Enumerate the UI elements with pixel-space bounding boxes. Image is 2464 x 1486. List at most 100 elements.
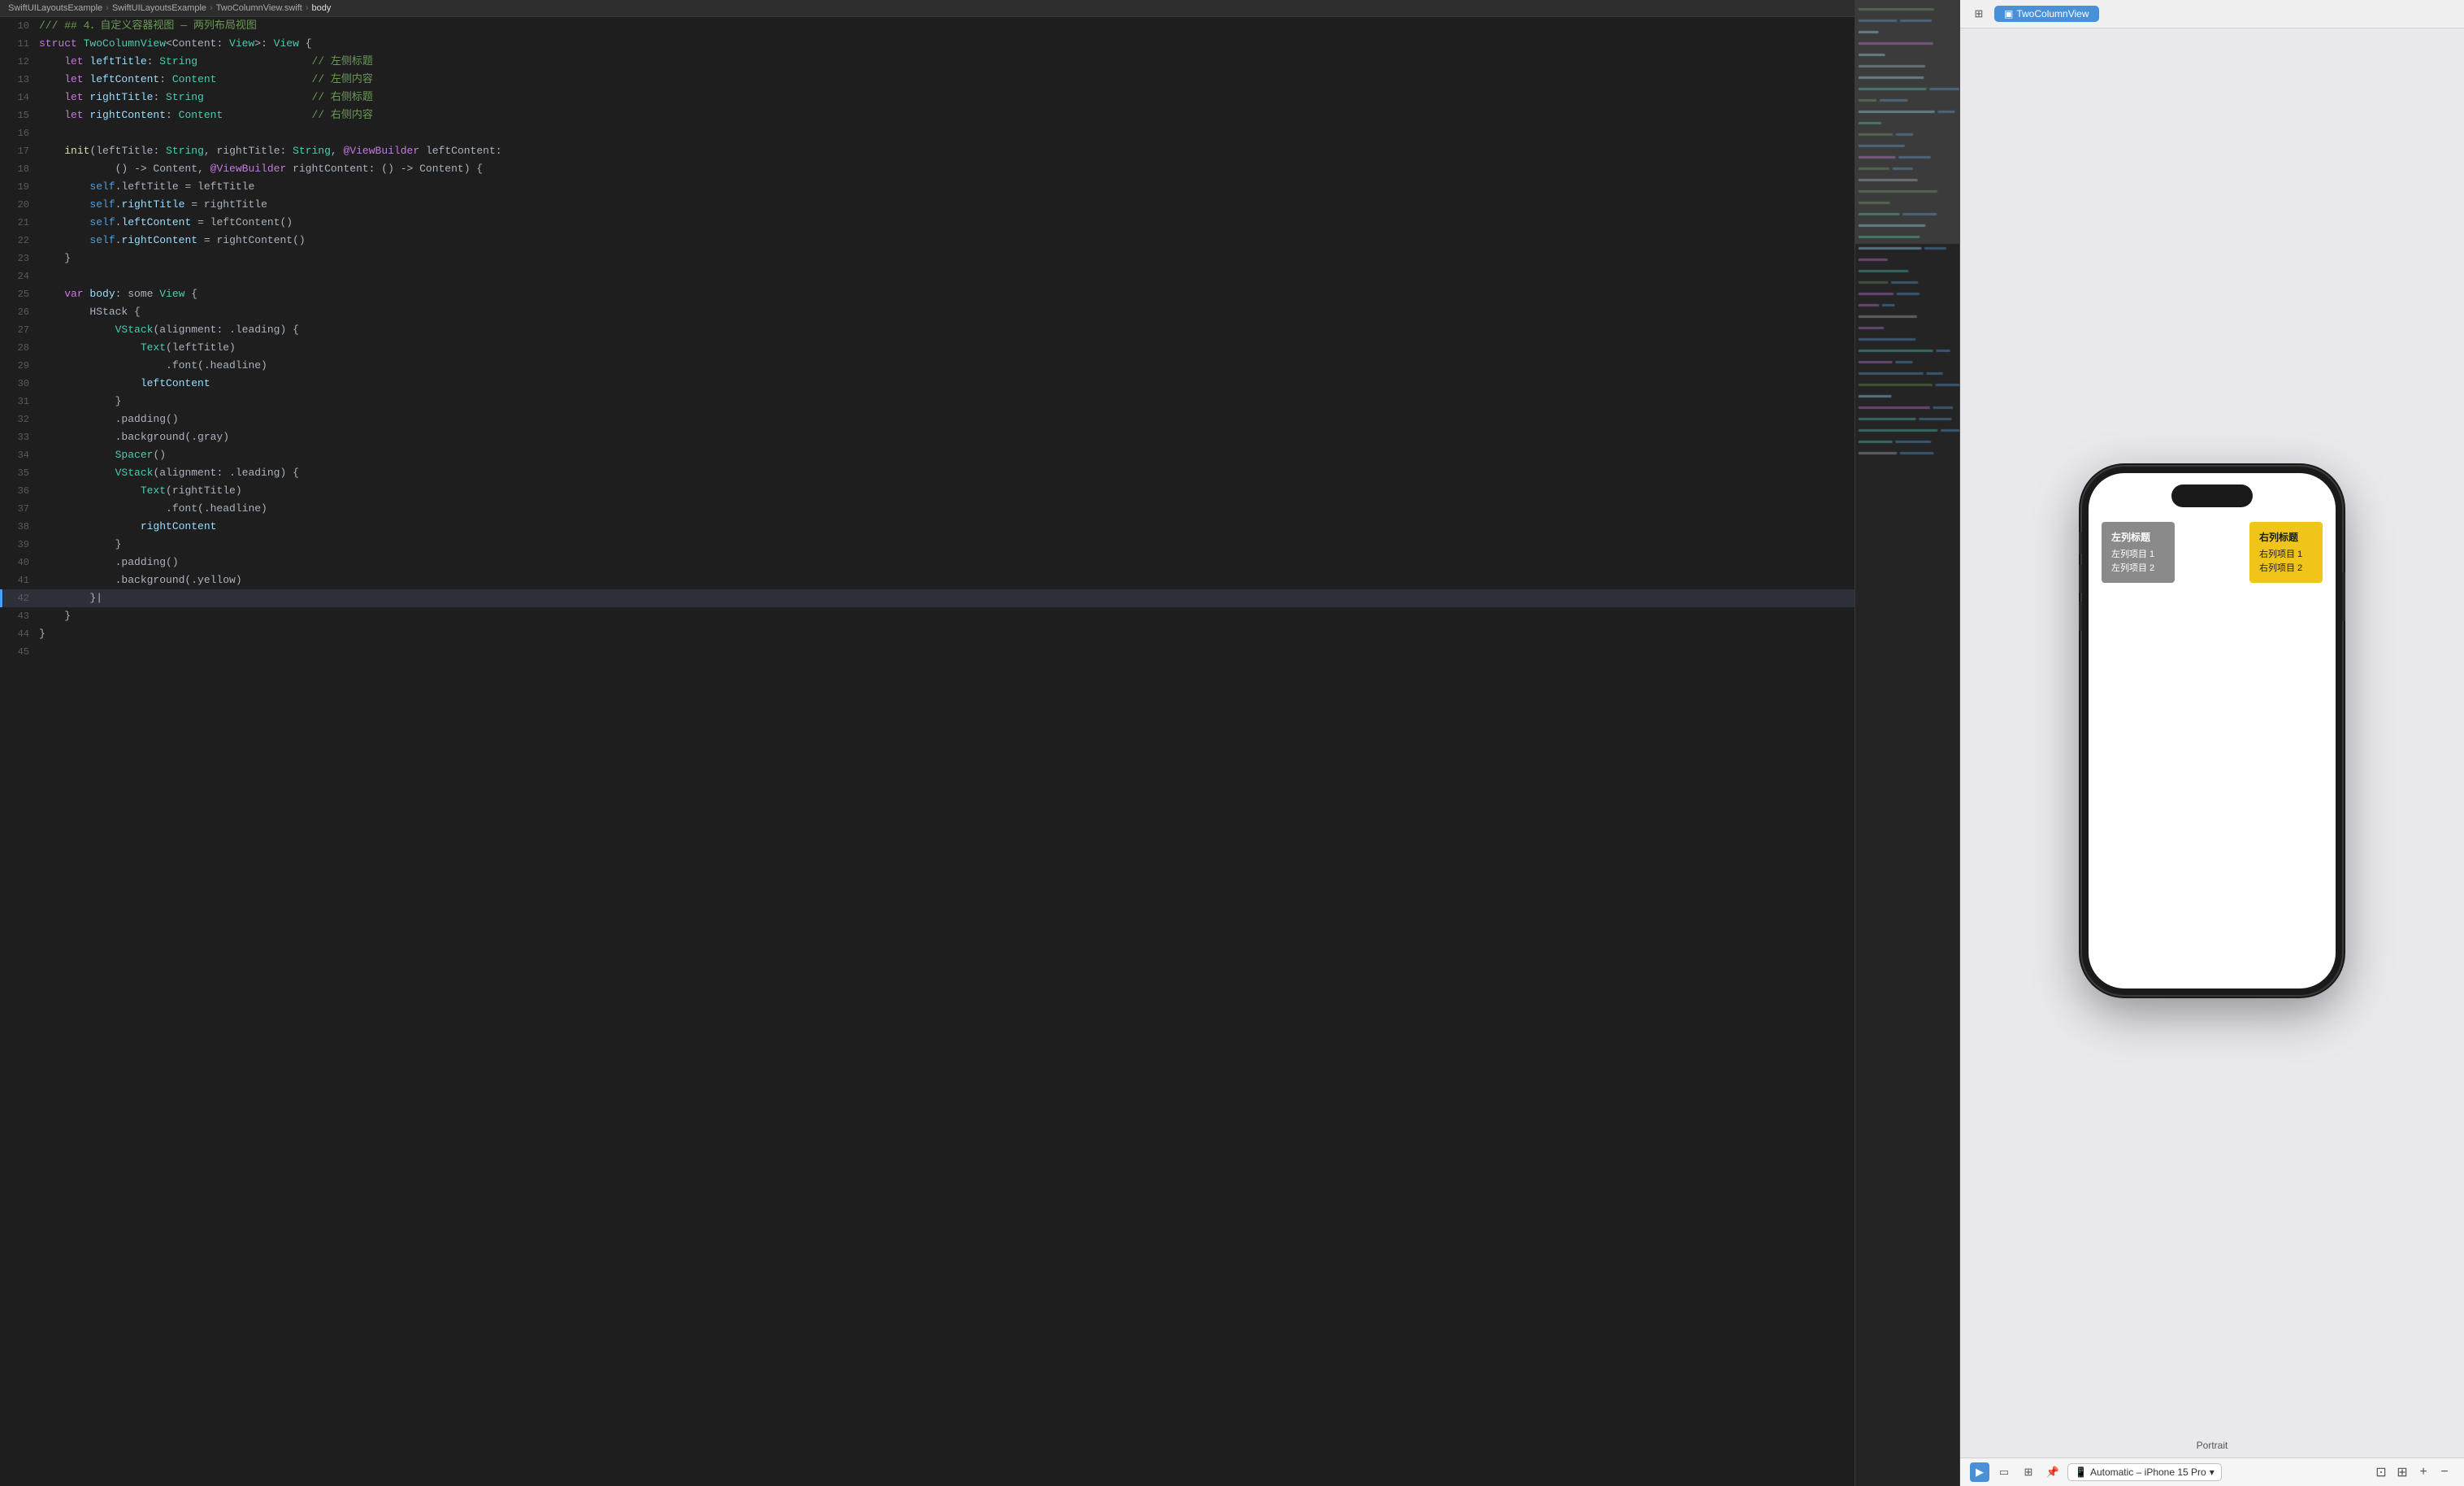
preview-toolbar: ▶ ▭ ⊞ 📌 📱 Automatic – iPhone 15 Pro ▾ ⊡ … [1960,1458,2464,1486]
code-line: 29 .font(.headline) [3,357,1855,375]
code-line: 32 .padding() [3,411,1855,428]
device-label: Automatic – iPhone 15 Pro [2090,1466,2206,1478]
line-number: 34 [7,446,29,464]
line-number: 24 [7,267,29,285]
code-editor[interactable]: 10/// ## 4．自定义容器视图 — 两列布局视图11struct TwoC… [0,17,1855,1486]
line-number: 20 [7,196,29,214]
inspector-icon-button[interactable]: ⊞ [1970,5,1988,23]
code-line: 41 .background(.yellow) [3,571,1855,589]
iphone-volume-down [2079,602,2082,631]
code-line: 40 .padding() [3,554,1855,571]
zoom-out-button[interactable]: − [2435,1462,2454,1482]
code-line: 34 Spacer() [3,446,1855,464]
line-number: 43 [7,607,29,625]
line-number: 12 [7,53,29,71]
left-col-title: 左列标题 [2111,530,2165,545]
breadcrumb-item-1[interactable]: SwiftUILayoutsExample [8,3,102,13]
layout-grid-button[interactable]: ⊞ [2019,1462,2038,1482]
line-number: 28 [7,339,29,357]
code-line: 19 self.leftTitle = leftTitle [3,178,1855,196]
line-number: 17 [7,142,29,160]
chevron-down-icon: ▾ [2210,1466,2215,1478]
line-number: 45 [7,643,29,661]
code-line: 26 HStack { [3,303,1855,321]
breadcrumb-item-3[interactable]: TwoColumnView.swift [216,3,302,13]
line-number: 30 [7,375,29,393]
right-column: 右列标题 右列项目 1 右列项目 2 [2249,522,2323,583]
code-line: 28 Text(leftTitle) [3,339,1855,357]
preview-header: ⊞ ▣ TwoColumnView [1960,0,2464,28]
line-number: 14 [7,89,29,106]
code-line: 30 leftContent [3,375,1855,393]
line-number: 29 [7,357,29,375]
code-line: 37 .font(.headline) [3,500,1855,518]
left-col-item-1: 左列项目 1 [2111,548,2165,562]
line-number: 23 [7,250,29,267]
code-line: 11struct TwoColumnView<Content: View>: V… [3,35,1855,53]
code-line: 42 }| [3,589,1855,607]
zoom-fit-button[interactable]: ⊡ [2371,1462,2391,1482]
zoom-controls: ⊡ ⊞ + − [2371,1462,2454,1482]
editor-area: SwiftUILayoutsExample › SwiftUILayoutsEx… [0,0,1855,1486]
line-number: 42 [7,589,29,607]
code-line: 17 init(leftTitle: String, rightTitle: S… [3,142,1855,160]
line-number: 27 [7,321,29,339]
right-col-title: 右列标题 [2259,530,2313,545]
code-line: 23 } [3,250,1855,267]
preview-tab-label: TwoColumnView [2016,8,2089,20]
preview-header-left: ⊞ ▣ TwoColumnView [1970,5,2099,23]
code-line: 36 Text(rightTitle) [3,482,1855,500]
code-line: 18 () -> Content, @ViewBuilder rightCont… [3,160,1855,178]
line-number: 16 [7,124,29,142]
device-selector[interactable]: 📱 Automatic – iPhone 15 Pro ▾ [2067,1463,2222,1481]
line-number: 37 [7,500,29,518]
code-line: 44} [3,625,1855,643]
preview-tab-icon: ▣ [2004,8,2013,20]
code-line: 20 self.rightTitle = rightTitle [3,196,1855,214]
line-number: 25 [7,285,29,303]
zoom-actual-button[interactable]: ⊞ [2392,1462,2412,1482]
line-number: 13 [7,71,29,89]
line-number: 38 [7,518,29,536]
code-line: 39 } [3,536,1855,554]
minimap-canvas [1855,0,1959,1486]
left-column: 左列标题 左列项目 1 左列项目 2 [2102,522,2175,583]
code-line: 10/// ## 4．自定义容器视图 — 两列布局视图 [3,17,1855,35]
left-col-item-2: 左列项目 2 [2111,562,2165,576]
line-number: 21 [7,214,29,232]
breadcrumb-item-2[interactable]: SwiftUILayoutsExample [112,3,206,13]
line-number: 32 [7,411,29,428]
code-line: 43 } [3,607,1855,625]
code-line: 12 let leftTitle: String // 左侧标题 [3,53,1855,71]
iphone-silent-switch [2079,532,2082,554]
line-number: 31 [7,393,29,411]
layout-single-button[interactable]: ▭ [1994,1462,2014,1482]
line-number: 36 [7,482,29,500]
code-line: 15 let rightContent: Content // 右侧内容 [3,106,1855,124]
iphone-volume-up [2079,564,2082,593]
zoom-in-button[interactable]: + [2414,1462,2433,1482]
code-line: 35 VStack(alignment: .leading) { [3,464,1855,482]
code-line: 22 self.rightContent = rightContent() [3,232,1855,250]
device-icon: 📱 [2075,1466,2087,1478]
play-button[interactable]: ▶ [1970,1462,1989,1482]
line-number: 40 [7,554,29,571]
line-number: 18 [7,160,29,178]
preview-panel: ⊞ ▣ TwoColumnView 左列标题 左列项目 1 左列项目 2 [1960,0,2464,1486]
iphone-power-button [2342,572,2345,621]
breadcrumb: SwiftUILayoutsExample › SwiftUILayoutsEx… [0,0,1855,17]
pin-button[interactable]: 📌 [2043,1462,2063,1482]
line-number: 39 [7,536,29,554]
breadcrumb-item-4[interactable]: body [312,3,332,13]
line-number: 22 [7,232,29,250]
dynamic-island [2171,484,2253,507]
code-line: 31 } [3,393,1855,411]
line-number: 19 [7,178,29,196]
portrait-label: Portrait [1960,1433,2464,1458]
line-number: 33 [7,428,29,446]
code-content[interactable]: 10/// ## 4．自定义容器视图 — 两列布局视图11struct TwoC… [0,17,1855,1486]
preview-tab[interactable]: ▣ TwoColumnView [1994,6,2099,22]
right-col-item-1: 右列项目 1 [2259,548,2313,562]
code-wrapper: 10/// ## 4．自定义容器视图 — 两列布局视图11struct TwoC… [0,17,1855,1486]
iphone-screen: 左列标题 左列项目 1 左列项目 2 右列标题 右列项目 1 右列项目 2 [2089,473,2336,988]
